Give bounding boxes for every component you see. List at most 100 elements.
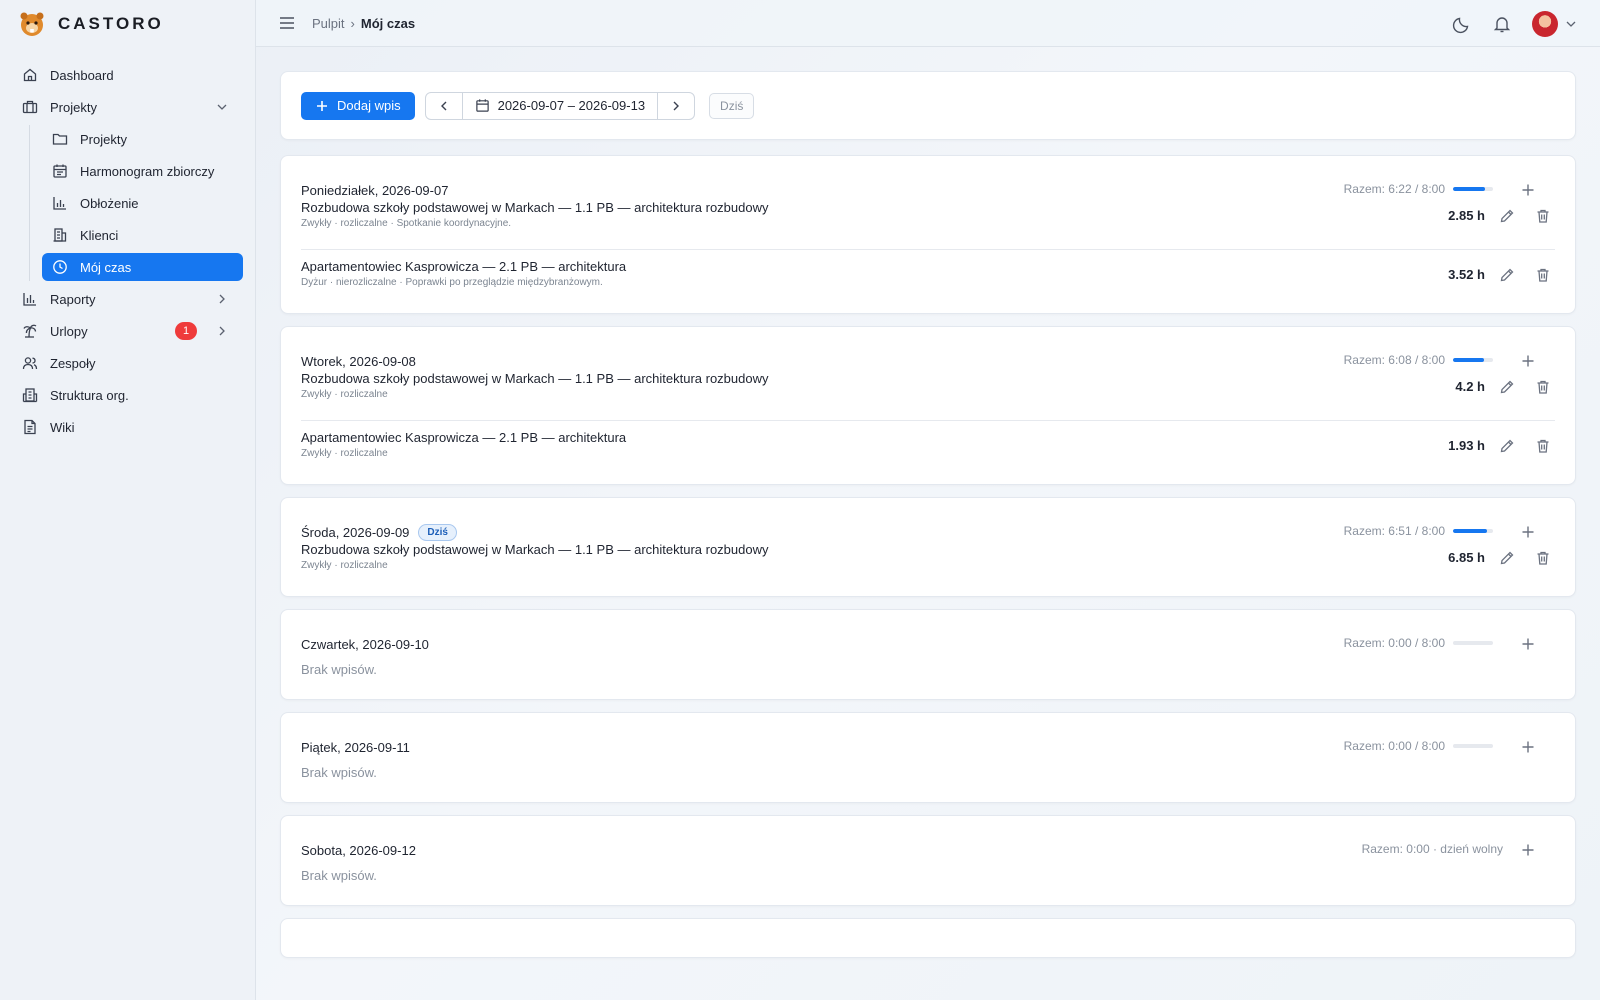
entry-title: Apartamentowiec Kasprowicza — 2.1 PB — a… [301, 430, 627, 445]
entry-title: Rozbudowa szkoły podstawowej w Markach —… [301, 371, 769, 386]
pencil-icon[interactable] [1499, 438, 1515, 454]
day-card: Piątek, 2026-09-11 Razem: 0:00 / 8:00 Br… [280, 712, 1576, 803]
sidebar-item-wiki[interactable]: Wiki [12, 413, 243, 441]
day-title: Sobota, 2026-09-12 [301, 842, 416, 858]
breadcrumb-current: Mój czas [360, 15, 416, 31]
time-entry[interactable]: Apartamentowiec Kasprowicza — 2.1 PB — a… [301, 420, 1555, 470]
entry-title: Rozbudowa szkoły podstawowej w Markach —… [301, 200, 769, 215]
trash-icon[interactable] [1535, 267, 1551, 283]
next-week-button[interactable] [658, 93, 694, 119]
trash-icon[interactable] [1535, 438, 1551, 454]
sidebar-item-raporty[interactable]: Raporty [12, 285, 243, 313]
entry-hours: 2.85 h [1448, 208, 1485, 223]
briefcase-icon [22, 99, 38, 115]
day-header: Piątek, 2026-09-11 Razem: 0:00 / 8:00 [301, 713, 1555, 781]
entry-meta: Zwykły · rozliczalne [301, 448, 388, 459]
sidebar-item-projekty[interactable]: Projekty [12, 93, 243, 121]
moon-icon[interactable] [1452, 14, 1472, 34]
time-entry[interactable]: Rozbudowa szkoły podstawowej w Markach —… [301, 200, 1555, 249]
trash-icon[interactable] [1535, 379, 1551, 395]
pencil-icon[interactable] [1499, 267, 1515, 283]
sidebar-item-label: Dashboard [50, 67, 114, 83]
hamburger-menu-icon[interactable] [278, 14, 296, 32]
add-entry-plus-icon[interactable] [1521, 354, 1535, 368]
brand[interactable]: CASTORO [0, 0, 255, 47]
add-entry-plus-icon[interactable] [1521, 843, 1535, 857]
day-title: Wtorek, 2026-09-08 [301, 353, 416, 369]
sidebar-subitem-moj-czas[interactable]: Mój czas [42, 253, 243, 281]
add-entry-plus-icon[interactable] [1521, 740, 1535, 754]
topbar-actions [1452, 11, 1578, 37]
day-summary-text: Razem: 0:00 · dzień wolny [1361, 842, 1503, 856]
toolbar: Dodaj wpis 2026-09-07 – 2026-09-13 Dziś [280, 71, 1576, 140]
home-icon [22, 67, 38, 83]
bar-chart-icon [22, 291, 38, 307]
day-summary: Razem: 6:22 / 8:00 [1344, 182, 1493, 196]
user-menu[interactable] [1532, 11, 1578, 37]
clock-icon [52, 259, 68, 275]
entry-meta: Zwykły · rozliczalne [301, 389, 388, 400]
sidebar-item-label: Obłożenie [80, 195, 139, 211]
sidebar-item-struktura[interactable]: Struktura org. [12, 381, 243, 409]
day-summary-text: Razem: 6:51 / 8:00 [1343, 524, 1445, 538]
entry-list: Rozbudowa szkoły podstawowej w Markach —… [301, 542, 1555, 596]
breadcrumb: Pulpit › Mój czas [312, 16, 415, 31]
entry-title: Rozbudowa szkoły podstawowej w Markach —… [301, 542, 769, 557]
trash-icon[interactable] [1535, 208, 1551, 224]
time-entry[interactable]: Apartamentowiec Kasprowicza — 2.1 PB — a… [301, 249, 1555, 299]
sidebar-item-label: Klienci [80, 227, 119, 243]
pencil-icon[interactable] [1499, 208, 1515, 224]
day-summary: Razem: 0:00 / 8:00 [1344, 739, 1493, 753]
day-progress-fill [1453, 529, 1488, 533]
day-progress-fill [1453, 187, 1485, 191]
sidebar-nav: Dashboard Projekty [0, 61, 255, 121]
entry-list: Rozbudowa szkoły podstawowej w Markach —… [301, 371, 1555, 484]
time-entry[interactable]: Rozbudowa szkoły podstawowej w Markach —… [301, 371, 1555, 420]
sidebar-subitem-klienci[interactable]: Klienci [42, 221, 243, 249]
day-card: Wtorek, 2026-09-08 Razem: 6:08 / 8:00 Ro… [280, 326, 1576, 485]
day-summary: Razem: 6:51 / 8:00 [1344, 524, 1493, 538]
sidebar-subitem-projekty[interactable]: Projekty [42, 125, 243, 153]
breadcrumb-root-link[interactable]: Pulpit [312, 16, 345, 31]
pencil-icon[interactable] [1499, 379, 1515, 395]
entry-list: Rozbudowa szkoły podstawowej w Markach —… [301, 200, 1555, 313]
bell-icon[interactable] [1492, 14, 1512, 34]
chart-icon [52, 195, 68, 211]
entry-meta: Zwykły · rozliczalne · Spotkanie koordyn… [301, 218, 512, 229]
entry-hours: 4.2 h [1455, 379, 1485, 394]
prev-week-button[interactable] [426, 93, 462, 119]
add-entry-plus-icon[interactable] [1521, 183, 1535, 197]
breadcrumb-separator: › [350, 15, 355, 31]
day-progress-bar [1453, 529, 1493, 533]
today-button[interactable]: Dziś [709, 92, 755, 119]
building-icon [52, 227, 68, 243]
sidebar-item-label: Urlopy [50, 323, 88, 339]
trash-icon[interactable] [1535, 550, 1551, 566]
add-entry-label: Dodaj wpis [337, 98, 401, 113]
sidebar-item-zespoly[interactable]: Zespoły [12, 349, 243, 377]
beaver-logo-icon [18, 10, 46, 38]
sidebar-item-dashboard[interactable]: Dashboard [12, 61, 243, 89]
sidebar-item-label: Zespoły [50, 355, 96, 371]
sidebar-item-label: Projekty [80, 131, 127, 147]
sidebar-subitem-oblozenie[interactable]: Obłożenie [42, 189, 243, 217]
sidebar-subitem-harmonogram[interactable]: Harmonogram zbiorczy [42, 157, 243, 185]
add-entry-plus-icon[interactable] [1521, 525, 1535, 539]
sidebar-item-urlopy[interactable]: Urlopy 1 [12, 317, 243, 345]
date-range-field[interactable]: 2026-09-07 – 2026-09-13 [461, 92, 659, 119]
pencil-icon[interactable] [1499, 550, 1515, 566]
sidebar-item-label: Mój czas [80, 259, 132, 275]
time-entry[interactable]: Rozbudowa szkoły podstawowej w Markach —… [301, 542, 1555, 582]
add-entry-plus-icon[interactable] [1521, 637, 1535, 651]
entry-hours: 6.85 h [1448, 550, 1485, 565]
entry-meta: Dyżur · nierozliczalne · Poprawki po prz… [301, 277, 603, 288]
day-summary: Razem: 0:00 / 8:00 [1344, 636, 1493, 650]
org-structure-icon [22, 387, 38, 403]
day-title: Czwartek, 2026-09-10 [301, 636, 429, 652]
sidebar-item-label: Projekty [50, 99, 97, 115]
day-progress-bar [1453, 187, 1493, 191]
chevron-down-icon [215, 100, 229, 114]
day-title: Piątek, 2026-09-11 [301, 739, 410, 755]
day-progress-bar [1453, 744, 1493, 748]
add-entry-button[interactable]: Dodaj wpis [301, 91, 415, 120]
